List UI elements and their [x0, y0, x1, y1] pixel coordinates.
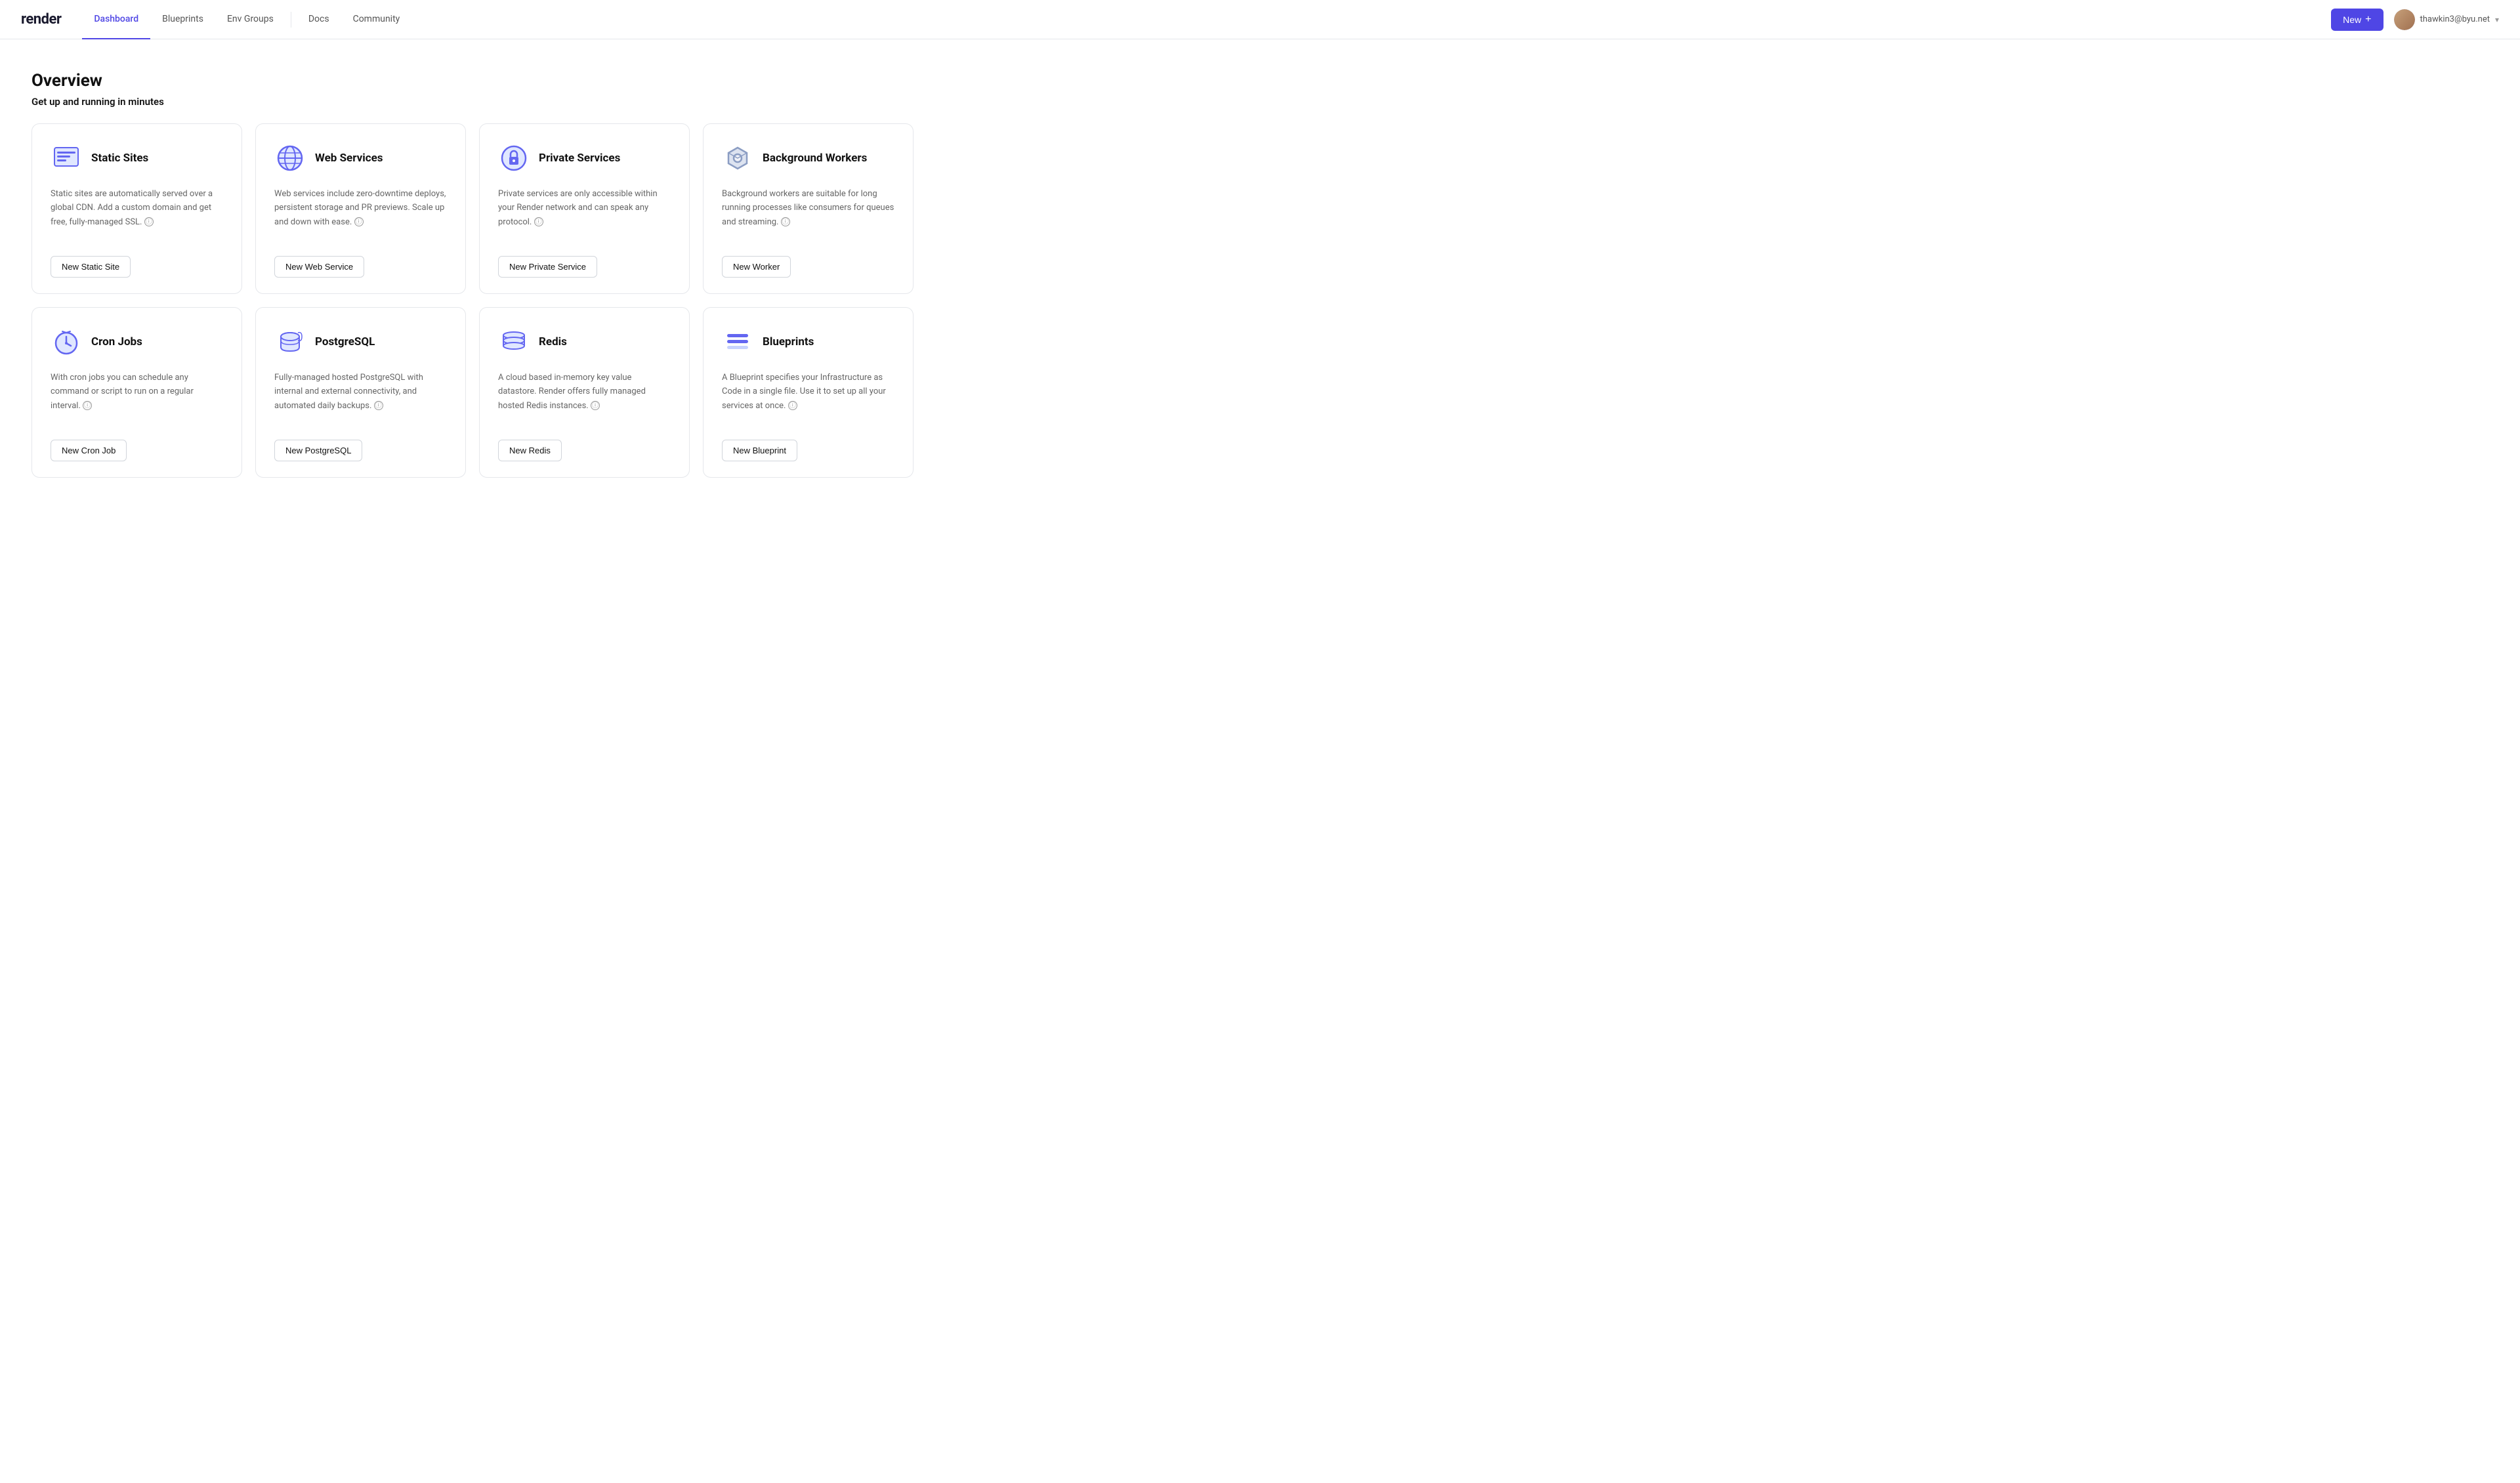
main-content: Overview Get up and running in minutes S… [0, 39, 945, 533]
card-title-redis: Redis [539, 335, 567, 348]
icon-worker [722, 142, 753, 174]
icon-redis [498, 326, 530, 358]
card-header-redis: Redis [498, 326, 671, 358]
card-cron-jobs: Cron Jobs With cron jobs you can schedul… [32, 307, 242, 478]
logo[interactable]: render [21, 11, 61, 28]
info-icon-private-services[interactable]: ⓘ [534, 217, 543, 226]
card-static-sites: Static Sites Static sites are automatica… [32, 123, 242, 294]
card-desc-postgresql: Fully-managed hosted PostgreSQL with int… [274, 371, 447, 424]
btn-cron-jobs[interactable]: New Cron Job [51, 440, 127, 461]
card-title-postgresql: PostgreSQL [315, 335, 375, 348]
card-header-private-services: Private Services [498, 142, 671, 174]
icon-cron [51, 326, 82, 358]
card-header-cron-jobs: Cron Jobs [51, 326, 223, 358]
info-icon-web-services[interactable]: ⓘ [354, 217, 364, 226]
card-desc-cron-jobs: With cron jobs you can schedule any comm… [51, 371, 223, 424]
navbar: render DashboardBlueprintsEnv Groups Docs… [0, 0, 2520, 39]
user-email: thawkin3@byu.net [2420, 14, 2490, 24]
info-icon-background-workers[interactable]: ⓘ [781, 217, 790, 226]
services-grid-top: Static Sites Static sites are automatica… [32, 123, 914, 294]
icon-private [498, 142, 530, 174]
nav-link-docs[interactable]: Docs [297, 0, 341, 39]
icon-blueprints [722, 326, 753, 358]
btn-static-sites[interactable]: New Static Site [51, 256, 131, 278]
new-button[interactable]: New + [2331, 9, 2383, 31]
card-desc-web-services: Web services include zero-downtime deplo… [274, 187, 447, 240]
plus-icon: + [2365, 14, 2371, 26]
btn-private-services[interactable]: New Private Service [498, 256, 597, 278]
icon-static [51, 142, 82, 174]
card-header-background-workers: Background Workers [722, 142, 894, 174]
card-header-postgresql: PostgreSQL [274, 326, 447, 358]
user-area[interactable]: thawkin3@byu.net ▾ [2394, 9, 2500, 30]
nav-link-community[interactable]: Community [341, 0, 412, 39]
nav-links: DashboardBlueprintsEnv Groups DocsCommuni… [82, 0, 2331, 39]
info-icon-blueprints[interactable]: ⓘ [788, 401, 797, 410]
card-desc-redis: A cloud based in-memory key value datast… [498, 371, 671, 424]
btn-redis[interactable]: New Redis [498, 440, 562, 461]
card-title-background-workers: Background Workers [763, 152, 867, 165]
info-icon-postgresql[interactable]: ⓘ [374, 401, 383, 410]
nav-link-env-groups[interactable]: Env Groups [215, 0, 285, 39]
section-subtitle: Get up and running in minutes [32, 96, 914, 108]
card-title-static-sites: Static Sites [91, 152, 148, 165]
btn-web-services[interactable]: New Web Service [274, 256, 364, 278]
card-desc-private-services: Private services are only accessible wit… [498, 187, 671, 240]
card-private-services: Private Services Private services are on… [479, 123, 690, 294]
card-redis: Redis A cloud based in-memory key value … [479, 307, 690, 478]
card-blueprints: Blueprints A Blueprint specifies your In… [703, 307, 914, 478]
btn-blueprints[interactable]: New Blueprint [722, 440, 797, 461]
info-icon-redis[interactable]: ⓘ [591, 401, 600, 410]
services-grid-bottom: Cron Jobs With cron jobs you can schedul… [32, 307, 914, 478]
card-desc-blueprints: A Blueprint specifies your Infrastructur… [722, 371, 894, 424]
card-title-private-services: Private Services [539, 152, 620, 165]
card-postgresql: PostgreSQL Fully-managed hosted PostgreS… [255, 307, 466, 478]
card-header-static-sites: Static Sites [51, 142, 223, 174]
card-desc-static-sites: Static sites are automatically served ov… [51, 187, 223, 240]
info-icon-static-sites[interactable]: ⓘ [144, 217, 154, 226]
card-background-workers: Background Workers Background workers ar… [703, 123, 914, 294]
avatar [2394, 9, 2415, 30]
card-web-services: Web Services Web services include zero-d… [255, 123, 466, 294]
chevron-down-icon: ▾ [2495, 15, 2499, 24]
info-icon-cron-jobs[interactable]: ⓘ [83, 401, 92, 410]
btn-postgresql[interactable]: New PostgreSQL [274, 440, 362, 461]
icon-postgres [274, 326, 306, 358]
card-title-cron-jobs: Cron Jobs [91, 335, 142, 348]
card-header-web-services: Web Services [274, 142, 447, 174]
card-title-blueprints: Blueprints [763, 335, 814, 348]
card-title-web-services: Web Services [315, 152, 383, 165]
nav-link-blueprints[interactable]: Blueprints [150, 0, 215, 39]
nav-right: New + thawkin3@byu.net ▾ [2331, 9, 2499, 31]
nav-link-dashboard[interactable]: Dashboard [82, 0, 150, 39]
card-header-blueprints: Blueprints [722, 326, 894, 358]
card-desc-background-workers: Background workers are suitable for long… [722, 187, 894, 240]
icon-web [274, 142, 306, 174]
page-title: Overview [32, 71, 914, 91]
btn-background-workers[interactable]: New Worker [722, 256, 791, 278]
